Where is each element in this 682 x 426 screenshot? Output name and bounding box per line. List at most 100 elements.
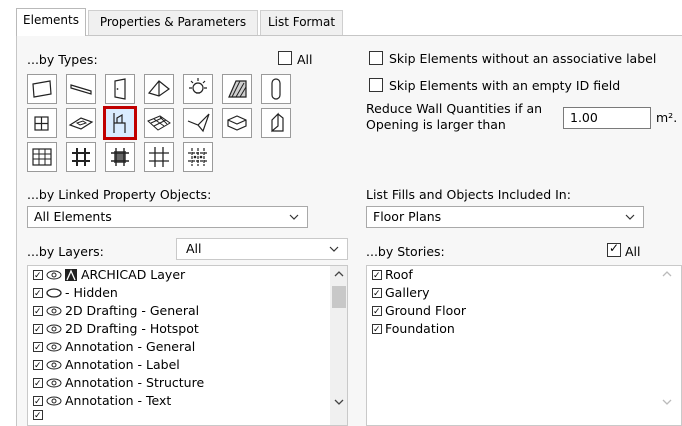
checkbox-icon xyxy=(33,410,43,420)
layers-list[interactable]: ARCHICAD Layer - Hidden 2D Drafting - Ge… xyxy=(27,265,348,426)
types-all-checkbox[interactable] xyxy=(278,51,292,65)
tab-list-format-label: List Format xyxy=(267,15,336,29)
fill-hatch-icon[interactable] xyxy=(222,74,252,104)
stories-all-checkbox[interactable] xyxy=(607,241,621,257)
list-item[interactable]: Roof xyxy=(367,266,681,285)
area-unit-label: m². xyxy=(656,110,678,125)
chevron-down-icon xyxy=(625,214,635,220)
eye-icon[interactable] xyxy=(46,378,62,388)
curtain-wall-panel-icon[interactable] xyxy=(261,108,291,138)
scroll-up-icon[interactable] xyxy=(662,270,672,278)
panel-icon[interactable] xyxy=(105,142,135,172)
archicad-layer-icon xyxy=(65,269,77,281)
object-chair-icon[interactable] xyxy=(103,106,137,140)
checkbox-icon[interactable] xyxy=(372,321,382,339)
skip-empty-id-checkbox[interactable] xyxy=(369,78,383,92)
layer-label: 2D Drafting - General xyxy=(65,303,200,318)
scrollbar-thumb[interactable] xyxy=(332,286,346,308)
list-item[interactable]: 2D Drafting - Hotspot xyxy=(28,320,347,339)
layer-label: - Hidden xyxy=(65,285,118,300)
layers-filter-dropdown[interactable]: All xyxy=(176,238,348,260)
list-fills-label: List Fills and Objects Included In: xyxy=(366,187,571,202)
story-label: Roof xyxy=(385,267,413,282)
checkbox-icon[interactable] xyxy=(33,321,43,339)
window-icon[interactable] xyxy=(27,108,57,138)
chevron-down-icon xyxy=(329,246,339,252)
by-types-label: ...by Types: xyxy=(27,52,98,67)
slab-icon[interactable] xyxy=(27,74,57,104)
layer-label: 2D Drafting - Hotspot xyxy=(65,321,199,336)
checkbox-icon[interactable] xyxy=(372,285,382,303)
list-item-partial xyxy=(28,410,347,420)
list-item[interactable]: Annotation - General xyxy=(28,338,347,357)
checkbox-icon[interactable] xyxy=(33,267,43,285)
layer-label: Annotation - Label xyxy=(65,357,180,372)
stories-list[interactable]: Roof Gallery Ground Floor Foundation xyxy=(366,265,682,426)
door-icon[interactable] xyxy=(105,74,135,104)
story-label: Foundation xyxy=(385,321,455,336)
tab-list-format[interactable]: List Format xyxy=(260,10,343,35)
list-item[interactable]: Annotation - Label xyxy=(28,356,347,375)
accessory-icon[interactable] xyxy=(183,142,213,172)
mesh-icon[interactable] xyxy=(144,108,174,138)
eye-icon[interactable] xyxy=(46,396,62,406)
scroll-up-icon[interactable] xyxy=(334,270,344,278)
story-label: Ground Floor xyxy=(385,303,467,318)
linked-props-dropdown[interactable]: All Elements xyxy=(27,206,308,228)
eye-icon[interactable] xyxy=(46,360,62,370)
eye-icon[interactable] xyxy=(46,306,62,316)
grid-icon[interactable] xyxy=(144,142,174,172)
checkbox-icon[interactable] xyxy=(33,285,43,303)
checkbox-icon[interactable] xyxy=(33,339,43,357)
skip-assoc-label-text: Skip Elements without an associative lab… xyxy=(389,51,657,66)
eye-icon[interactable] xyxy=(46,270,62,280)
skylight-icon[interactable] xyxy=(66,108,96,138)
linked-props-value: All Elements xyxy=(34,209,112,224)
layers-filter-value: All xyxy=(186,241,202,256)
tab-elements-label: Elements xyxy=(23,13,79,27)
checkbox-icon[interactable] xyxy=(372,303,382,321)
tab-elements[interactable]: Elements xyxy=(16,8,86,36)
eye-icon[interactable] xyxy=(46,324,62,334)
frame-icon[interactable] xyxy=(66,142,96,172)
list-item[interactable]: - Hidden xyxy=(28,284,347,303)
hidden-eye-icon[interactable] xyxy=(46,288,62,298)
by-layers-label: ...by Layers: xyxy=(27,244,104,259)
layer-label: Annotation - General xyxy=(65,339,196,354)
list-item[interactable]: Gallery xyxy=(367,284,681,303)
lamp-icon[interactable] xyxy=(183,74,213,104)
stories-all-label: All xyxy=(625,244,641,259)
list-fills-value: Floor Plans xyxy=(373,209,442,224)
checkbox-icon[interactable] xyxy=(372,267,382,285)
reduce-wall-label-line2: Opening is larger than xyxy=(366,117,506,132)
list-item[interactable]: ARCHICAD Layer xyxy=(28,266,347,285)
checkbox-icon[interactable] xyxy=(33,393,43,411)
by-stories-label: ...by Stories: xyxy=(366,244,445,259)
scroll-down-icon[interactable] xyxy=(334,398,344,406)
curtain-wall-icon[interactable] xyxy=(27,142,57,172)
checkbox-icon[interactable] xyxy=(33,303,43,321)
list-item[interactable]: 2D Drafting - General xyxy=(28,302,347,321)
list-item[interactable]: Foundation xyxy=(367,320,681,339)
layer-label: Annotation - Structure xyxy=(65,375,205,390)
list-item[interactable]: Ground Floor xyxy=(367,302,681,321)
linked-props-label: ...by Linked Property Objects: xyxy=(27,187,212,202)
checkbox-icon[interactable] xyxy=(33,357,43,375)
roof-icon[interactable] xyxy=(144,74,174,104)
list-fills-dropdown[interactable]: Floor Plans xyxy=(366,206,644,228)
skip-assoc-label-checkbox[interactable] xyxy=(369,51,383,65)
list-item[interactable]: Annotation - Structure xyxy=(28,374,347,393)
eye-icon[interactable] xyxy=(46,342,62,352)
column-icon[interactable] xyxy=(261,74,291,104)
morph-icon[interactable] xyxy=(222,108,252,138)
checkbox-icon[interactable] xyxy=(33,375,43,393)
types-all-label: All xyxy=(297,52,313,67)
scroll-down-icon[interactable] xyxy=(662,398,672,406)
skip-empty-id-text: Skip Elements with an empty ID field xyxy=(389,78,621,93)
reduce-wall-area-input[interactable]: 1.00 xyxy=(563,107,651,129)
shell-icon[interactable] xyxy=(183,108,213,138)
list-item[interactable]: Annotation - Text xyxy=(28,392,347,411)
layer-label: Annotation - Text xyxy=(65,393,172,408)
tab-properties-parameters[interactable]: Properties & Parameters xyxy=(88,10,258,35)
beam-icon[interactable] xyxy=(66,74,96,104)
